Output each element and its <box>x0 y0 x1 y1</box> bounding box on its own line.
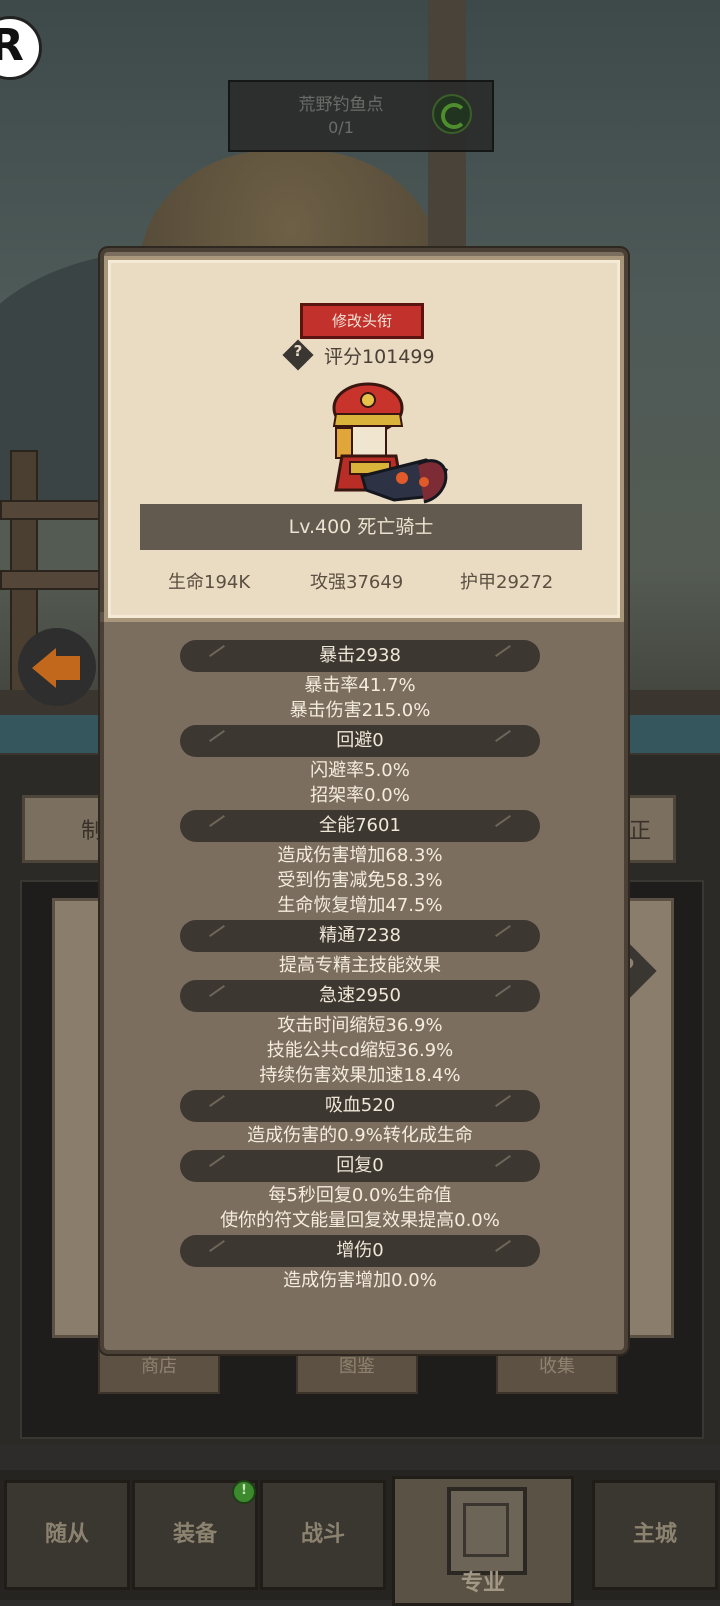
stat-hp: 生命194K <box>168 572 251 593</box>
nav-tab-label: 主城 <box>632 1522 677 1547</box>
attr-line: 招架率0.0% <box>310 785 410 806</box>
nav-tab-followers[interactable]: 随从 <box>4 1480 130 1590</box>
nav-tab-battle[interactable]: 战斗 <box>260 1480 386 1590</box>
nav-tab-main-city[interactable]: 主城 <box>592 1480 718 1590</box>
attr-line: 暴击伤害215.0% <box>289 700 431 721</box>
attr-header-versatility: 全能7601 <box>180 810 540 842</box>
attr-line: 造成伤害的0.9%转化成生命 <box>247 1125 473 1146</box>
score-text: 评分101499 <box>324 346 435 368</box>
question-icon: ? <box>293 342 303 360</box>
attr-line: 造成伤害增加68.3% <box>277 845 443 866</box>
location-count: 0/1 <box>328 118 354 137</box>
attr-line: 每5秒回复0.0%生命值 <box>268 1185 452 1206</box>
attr-line: 生命恢复增加47.5% <box>277 895 443 916</box>
stat-attack: 攻强37649 <box>310 572 404 593</box>
attr-line: 持续伤害效果加速18.4% <box>259 1065 461 1086</box>
attr-line: 攻击时间缩短36.9% <box>277 1015 443 1036</box>
fence-rail <box>0 570 104 590</box>
attr-header-mastery: 精通7238 <box>180 920 540 952</box>
attr-line: 受到伤害减免58.3% <box>277 870 443 891</box>
back-arrow-icon <box>32 648 56 688</box>
attr-line: 技能公共cd缩短36.9% <box>266 1040 454 1061</box>
attr-header-damage-bonus: 增伤0 <box>180 1235 540 1267</box>
book-icon <box>447 1487 527 1575</box>
location-name: 荒野钓鱼点 <box>298 95 384 115</box>
attr-line: 提高专精主技能效果 <box>279 955 441 976</box>
stat-armor: 护甲29272 <box>460 572 554 593</box>
attr-header-regen: 回复0 <box>180 1150 540 1182</box>
refresh-icon[interactable] <box>432 94 472 134</box>
logo-letter-icon: R <box>0 20 24 71</box>
death-knight-avatar <box>332 382 448 504</box>
level-name-bar: Lv.400 死亡骑士 <box>140 504 582 550</box>
change-title-button[interactable]: 修改头衔 <box>300 303 424 339</box>
nav-tab-profession[interactable]: 专业 <box>392 1476 574 1606</box>
back-arrow-tail <box>54 656 80 680</box>
fence-rail <box>0 500 104 520</box>
nav-tab-label: 战斗 <box>300 1522 345 1547</box>
attr-line: 暴击率41.7% <box>304 675 416 696</box>
attr-header-haste: 急速2950 <box>180 980 540 1012</box>
attr-header-avoid: 回避0 <box>180 725 540 757</box>
nav-tab-label: 装备 <box>172 1522 217 1547</box>
attr-line: 使你的符文能量回复效果提高0.0% <box>220 1210 500 1231</box>
attr-line: 闪避率5.0% <box>310 760 410 781</box>
attr-line: 造成伤害增加0.0% <box>283 1270 437 1291</box>
attr-header-lifesteal: 吸血520 <box>180 1090 540 1122</box>
nav-tab-label: 专业 <box>460 1571 505 1596</box>
attr-header-crit: 暴击2938 <box>180 640 540 672</box>
notification-badge <box>232 1480 256 1504</box>
nav-tab-label: 随从 <box>44 1522 89 1547</box>
